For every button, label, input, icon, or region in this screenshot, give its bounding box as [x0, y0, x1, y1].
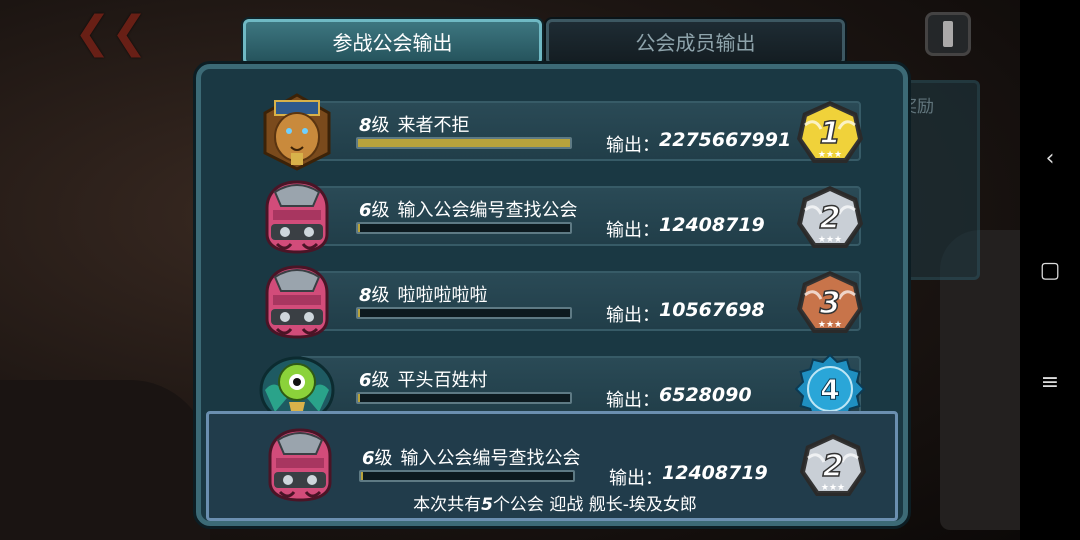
info-icon[interactable] [925, 12, 971, 56]
guild-rank-row[interactable]: 6级 输入公会编号查找公会 输出： 12408719 2 ★★★ [201, 170, 903, 255]
output-value: 2275667991 [659, 129, 792, 151]
output-label: 输出： [606, 220, 660, 241]
nav-menu-icon[interactable]: ≡ [1020, 370, 1080, 395]
output-progress-fill [358, 309, 361, 317]
system-nav-bar: ‹ ▢ ≡ [1020, 0, 1080, 540]
guild-level-name: 8级 来者不拒 [359, 115, 470, 136]
output-value: 12408719 [659, 214, 765, 236]
output-value: 10567698 [659, 299, 765, 321]
own-guild-row: 6级 输入公会编号查找公会 输出： 12408719 2 ★★★ 本次共有5个公会… [206, 411, 898, 521]
silver-wing-medal: 2 ★★★ [795, 184, 865, 254]
output-progress-bar [356, 137, 572, 149]
bronze-wing-medal: 3 ★★★ [795, 269, 865, 339]
guild-level: 6 [359, 370, 372, 391]
output-value: 6528090 [659, 384, 752, 406]
svg-text:2: 2 [820, 201, 841, 236]
guild-name: 啦啦啦啦啦 [397, 285, 488, 306]
svg-text:2: 2 [823, 449, 844, 484]
back-arrow-icon[interactable]: ❮❮ [74, 11, 148, 55]
tab-member-output[interactable]: 公会成员输出 [546, 19, 845, 65]
output-progress-fill [358, 394, 361, 402]
output-label: 输出： [606, 390, 660, 411]
guild-level-name: 6级 输入公会编号查找公会 [362, 448, 581, 469]
guild-name: 来者不拒 [397, 115, 470, 136]
output-label: 输出： [606, 135, 660, 156]
output-progress-bar [356, 222, 572, 234]
background-reward-label: 奖励 [900, 97, 934, 117]
output-progress-bar [356, 307, 572, 319]
output-label: 输出： [609, 468, 663, 489]
gold-wing-medal: 1 ★★★ [795, 99, 865, 169]
guild-name: 平头百姓村 [397, 370, 488, 391]
output-progress-bar [356, 392, 572, 404]
guild-name: 输入公会编号查找公会 [397, 200, 578, 221]
svg-text:3: 3 [820, 286, 841, 321]
svg-text:1: 1 [820, 116, 841, 151]
output-progress-fill [358, 224, 361, 232]
ranking-list[interactable]: 8级 来者不拒 输出： 2275667991 1 ★★★ 6级 输入公会编号查找公会… [201, 69, 903, 415]
nav-home-icon[interactable]: ▢ [1020, 258, 1080, 283]
background-rock [0, 380, 210, 540]
guild-level-name: 6级 输入公会编号查找公会 [359, 200, 578, 221]
guild-level-name: 6级 平头百姓村 [359, 370, 488, 391]
battle-summary: 本次共有5个公会 迎战 舰长-埃及女郎 [413, 495, 697, 515]
guild-level: 8 [359, 285, 372, 306]
lion-pharaoh-emblem [257, 93, 337, 171]
output-progress-fill [361, 472, 364, 480]
svg-text:★★★: ★★★ [818, 320, 842, 330]
pink-robot-emblem [257, 263, 337, 341]
tab-guild-output[interactable]: 参战公会输出 [243, 19, 542, 65]
guild-level-name: 8级 啦啦啦啦啦 [359, 285, 488, 306]
output-label: 输出： [606, 305, 660, 326]
svg-text:★★★: ★★★ [818, 235, 842, 245]
output-progress-bar [359, 470, 575, 482]
nav-back-icon[interactable]: ‹ [1020, 146, 1080, 171]
pink-robot-emblem [257, 178, 337, 256]
guild-rank-row[interactable]: 6级 平头百姓村 输出： 6528090 4 [201, 340, 903, 415]
output-value: 12408719 [662, 462, 768, 484]
guild-rank-row[interactable]: 8级 啦啦啦啦啦 输出： 10567698 3 ★★★ [201, 255, 903, 340]
guild-level: 6 [362, 448, 375, 469]
svg-text:★★★: ★★★ [818, 150, 842, 160]
output-progress-fill [358, 139, 570, 147]
blue-star-badge: 4 [794, 353, 866, 415]
guild-level: 6 [359, 200, 372, 221]
guild-rank-row[interactable]: 8级 来者不拒 输出： 2275667991 1 ★★★ [201, 85, 903, 171]
guild-name: 输入公会编号查找公会 [400, 448, 581, 469]
green-eye-emblem [257, 348, 337, 415]
svg-text:4: 4 [820, 373, 839, 406]
ranking-panel: 8级 来者不拒 输出： 2275667991 1 ★★★ 6级 输入公会编号查找公会… [196, 64, 908, 526]
guild-level: 8 [359, 115, 372, 136]
